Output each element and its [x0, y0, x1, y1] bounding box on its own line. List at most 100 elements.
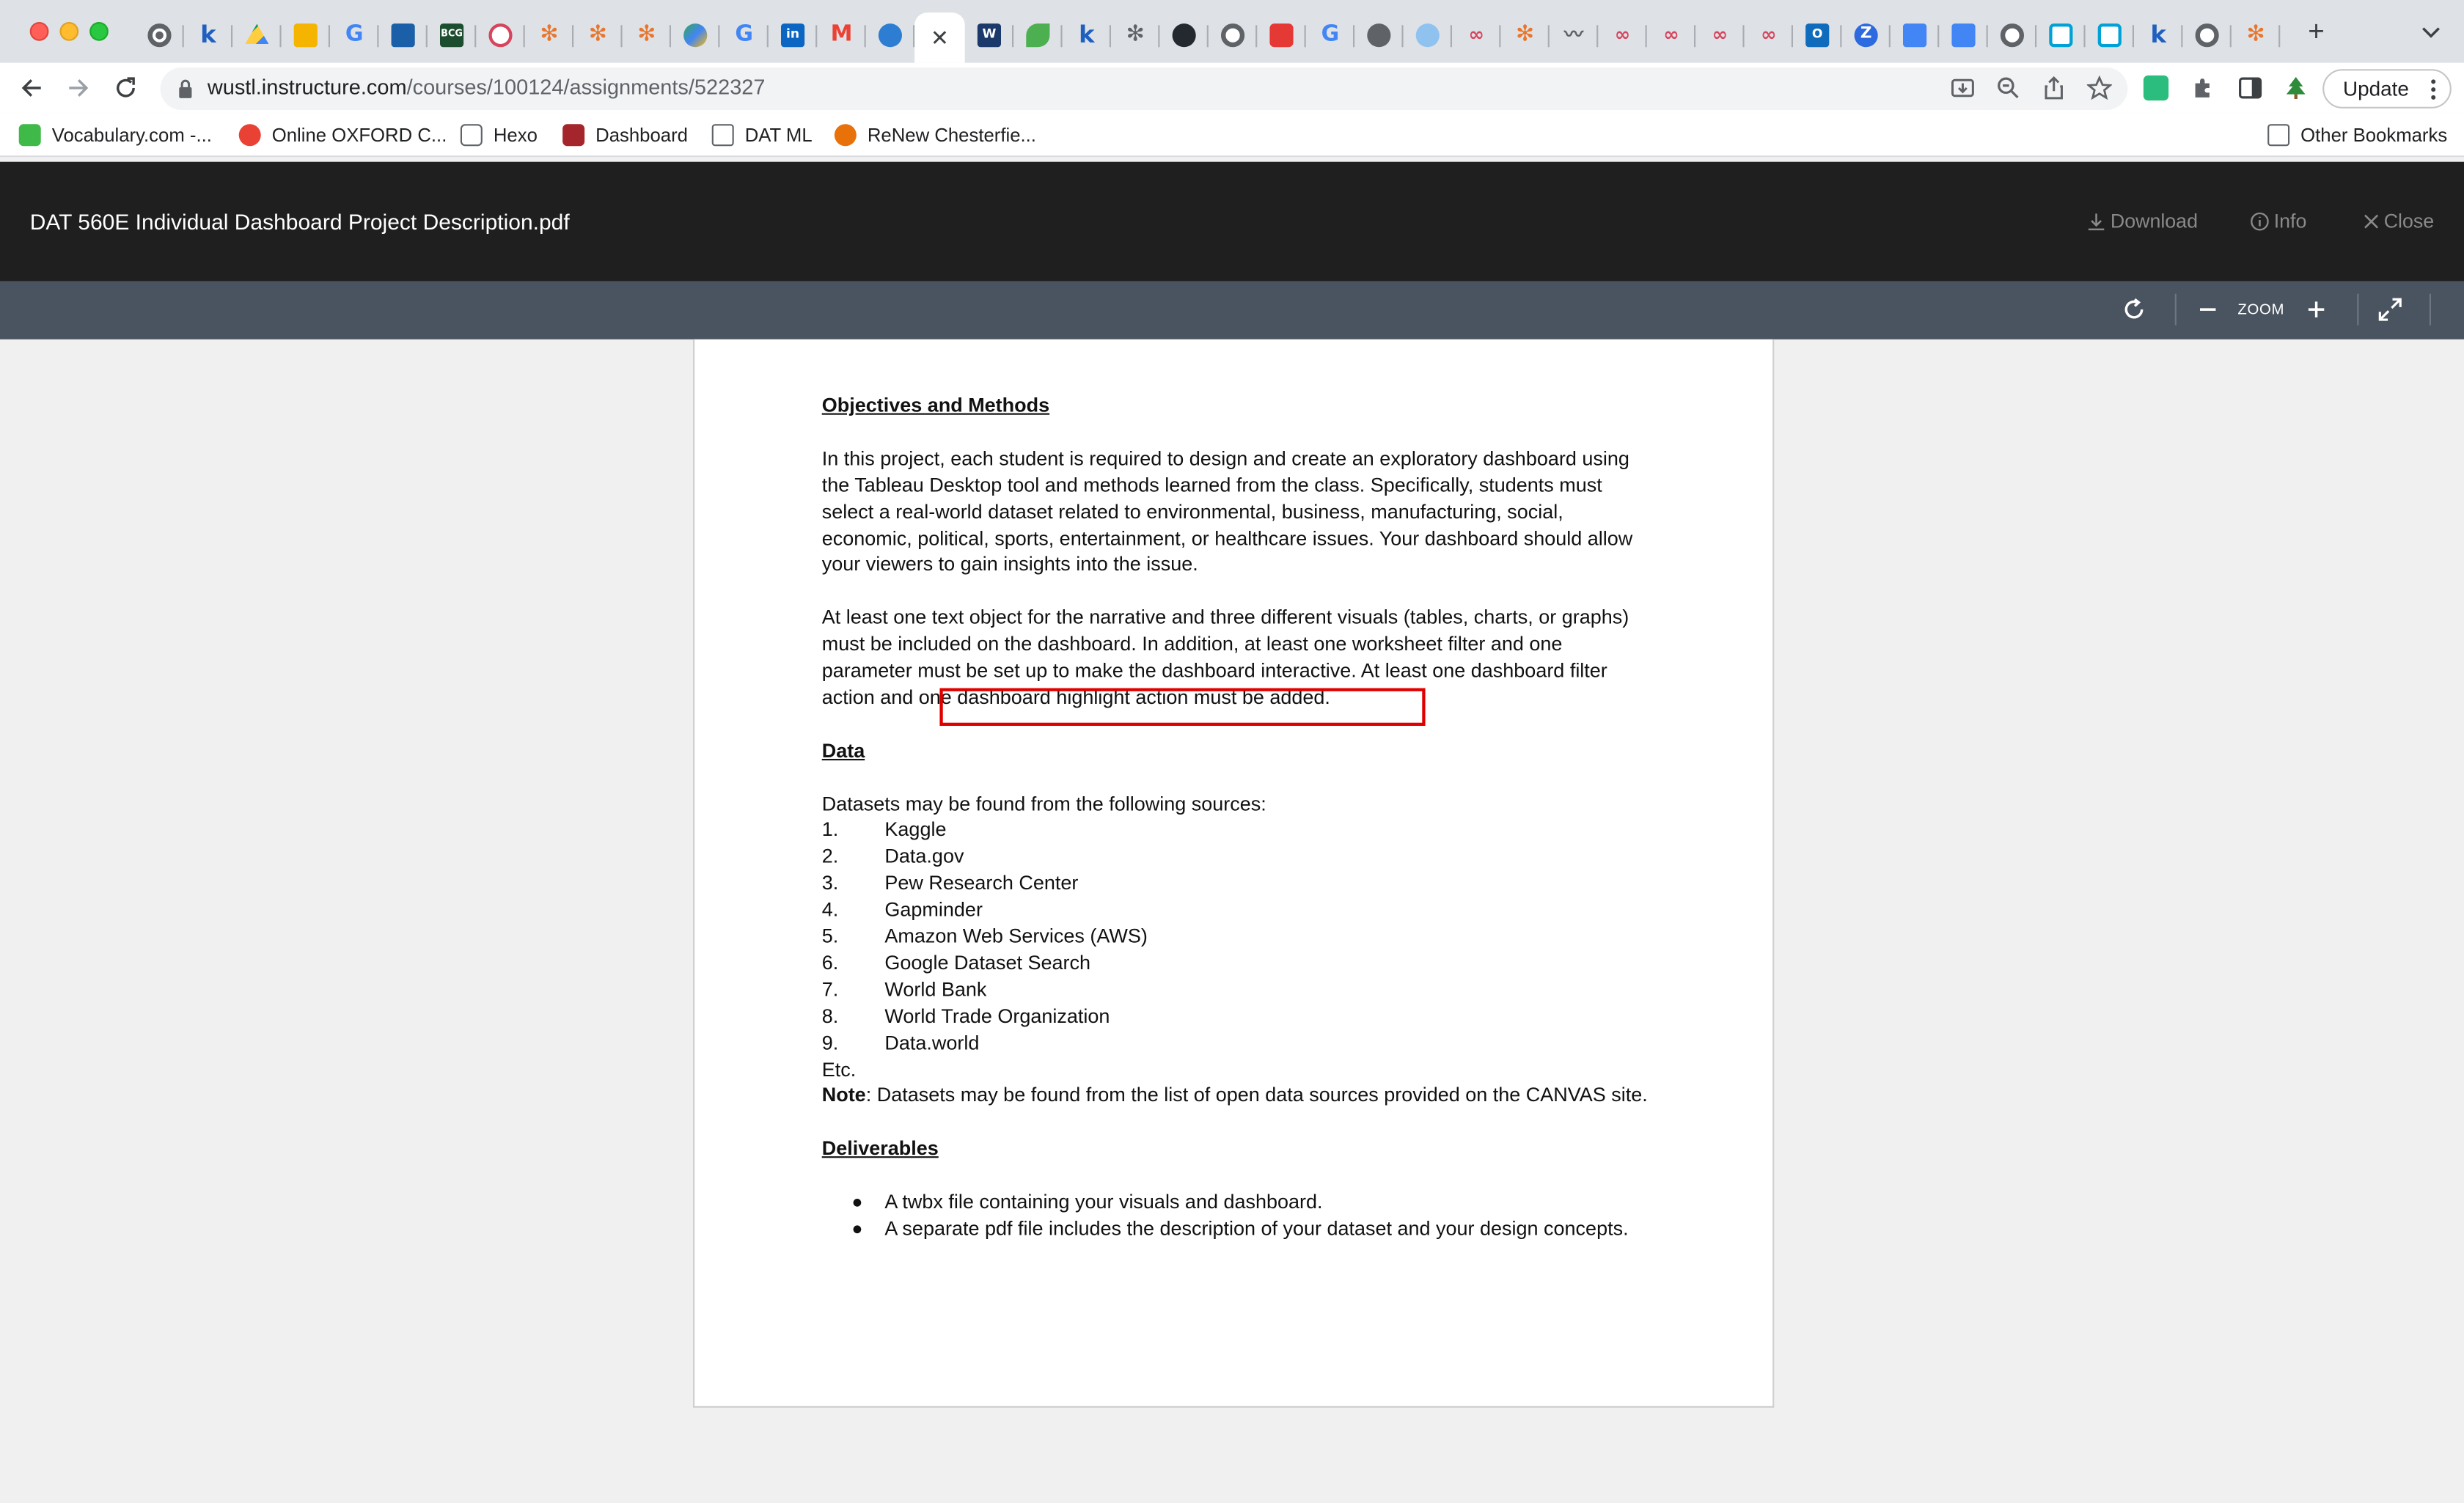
window-close-button[interactable]: [29, 22, 49, 41]
bullet-icon: [853, 1199, 862, 1207]
bookmark-item[interactable]: Online OXFORD C...: [238, 122, 447, 147]
tab-list: k G BCG ✻ ✻ ✻ G in M ✕ W k ✻ G ∞ ✻ 〰 ∞ ∞…: [135, 12, 2281, 63]
tab[interactable]: [1354, 12, 1404, 56]
list-item: 1. Kaggle: [821, 819, 947, 842]
tab[interactable]: [135, 12, 184, 56]
lock-icon[interactable]: [177, 78, 193, 99]
arrow-right-icon: [69, 79, 89, 97]
tab[interactable]: [2086, 12, 2134, 56]
zoom-out-button[interactable]: [2193, 295, 2222, 324]
tab[interactable]: G: [719, 12, 769, 56]
tab-active[interactable]: ✕: [914, 12, 965, 63]
other-bookmarks[interactable]: Other Bookmarks: [2267, 122, 2447, 147]
address-bar[interactable]: wustl.instructure.com/courses/100124/ass…: [160, 67, 2128, 110]
bookmark-star-icon[interactable]: [2086, 75, 2112, 100]
zoom-in-button[interactable]: [2302, 295, 2331, 324]
bookmark-label: Online OXFORD C...: [271, 124, 447, 147]
fullscreen-button[interactable]: [2376, 295, 2405, 324]
bookmark-item[interactable]: Dashboard: [562, 122, 688, 147]
list-item: A twbx file containing your visuals and …: [822, 1189, 1655, 1216]
highlight-annotation-box: [939, 688, 1426, 726]
chevron-down-icon[interactable]: [2420, 22, 2442, 41]
tab[interactable]: ∞: [1695, 12, 1745, 56]
tab[interactable]: O: [1793, 12, 1842, 56]
reload-button[interactable]: [110, 73, 142, 104]
tab[interactable]: k: [184, 12, 233, 56]
tab[interactable]: [2182, 12, 2232, 56]
share-icon[interactable]: [2042, 76, 2067, 100]
doc-icon: ∞: [1663, 23, 1679, 46]
tab[interactable]: [1013, 12, 1063, 56]
renew-icon: [834, 124, 857, 147]
doc-icon: ∞: [1761, 23, 1777, 46]
update-label: Update: [2343, 77, 2409, 101]
other-bookmarks-label: Other Bookmarks: [2300, 124, 2448, 147]
pdf-page[interactable]: Objectives and Methods In this project, …: [693, 339, 1775, 1408]
tab[interactable]: [1159, 12, 1209, 56]
tab[interactable]: [1404, 12, 1452, 56]
tab[interactable]: ∞: [1647, 12, 1696, 56]
update-button[interactable]: Update: [2322, 69, 2452, 109]
tab[interactable]: ∞: [1745, 12, 1793, 56]
tab[interactable]: in: [769, 12, 818, 56]
tab[interactable]: k: [2134, 12, 2183, 56]
tab[interactable]: [2036, 12, 2086, 56]
tab[interactable]: Z: [1841, 12, 1891, 56]
tab[interactable]: [476, 12, 525, 56]
more-vertical-icon[interactable]: [2431, 78, 2436, 100]
download-button[interactable]: Download: [2087, 210, 2198, 232]
colorful-app-icon: [683, 23, 708, 47]
bookmark-label: DAT ML: [744, 124, 813, 147]
extension-grammarly-icon[interactable]: [2143, 75, 2169, 101]
tab[interactable]: ✻: [2232, 12, 2281, 56]
tab[interactable]: ✻: [1500, 12, 1550, 56]
tab[interactable]: [866, 12, 915, 56]
tree-icon[interactable]: [2284, 76, 2309, 100]
globe-grid-icon: [488, 23, 513, 47]
tab[interactable]: G: [330, 12, 379, 56]
heading-data: Data: [821, 739, 865, 762]
close-icon[interactable]: ✕: [931, 24, 949, 51]
zoom-icon[interactable]: [1995, 76, 2020, 100]
tab[interactable]: [1257, 12, 1306, 56]
tab[interactable]: M: [817, 12, 866, 56]
tab[interactable]: G: [1306, 12, 1355, 56]
tab[interactable]: [1939, 12, 1988, 56]
tab[interactable]: [1209, 12, 1258, 56]
puzzle-icon[interactable]: [2190, 76, 2215, 100]
tab[interactable]: [1988, 12, 2037, 56]
close-button[interactable]: Close: [2364, 210, 2434, 232]
tab[interactable]: [232, 12, 282, 56]
install-app-icon[interactable]: [1950, 76, 1975, 100]
forward-button[interactable]: [63, 73, 95, 104]
rotate-button[interactable]: [2120, 295, 2149, 324]
tab[interactable]: ✻: [623, 12, 671, 56]
tab[interactable]: BCG: [428, 12, 477, 56]
bookmark-item[interactable]: Vocabulary.com -...: [18, 122, 212, 147]
window-minimize-button[interactable]: [59, 22, 79, 41]
tab[interactable]: [1891, 12, 1940, 56]
tab[interactable]: [671, 12, 720, 56]
new-tab-button[interactable]: +: [2303, 18, 2328, 46]
bookmark-item[interactable]: Hexo: [460, 122, 538, 147]
tab[interactable]: W: [965, 12, 1014, 56]
bookmark-item[interactable]: DAT ML: [711, 122, 813, 147]
tab[interactable]: [378, 12, 428, 56]
tab[interactable]: [282, 12, 330, 56]
bookmark-item[interactable]: ReNew Chesterfie...: [834, 122, 1036, 147]
tab[interactable]: ∞: [1452, 12, 1501, 56]
side-panel-icon[interactable]: [2237, 76, 2262, 100]
washu-icon: W: [977, 23, 1001, 47]
tab[interactable]: k: [1063, 12, 1111, 56]
window-maximize-button[interactable]: [89, 22, 109, 41]
info-button[interactable]: Info: [2251, 210, 2306, 232]
tab[interactable]: ✻: [573, 12, 623, 56]
tab[interactable]: ✻: [525, 12, 574, 56]
back-button[interactable]: [15, 73, 47, 104]
tab[interactable]: 〰: [1550, 12, 1599, 56]
url-text[interactable]: wustl.instructure.com/courses/100124/ass…: [208, 76, 766, 99]
outlook-icon: O: [1805, 23, 1830, 47]
tab[interactable]: ✻: [1111, 12, 1160, 56]
tab[interactable]: ∞: [1598, 12, 1647, 56]
pdf-content: Objectives and Methods In this project, …: [822, 393, 1655, 1243]
